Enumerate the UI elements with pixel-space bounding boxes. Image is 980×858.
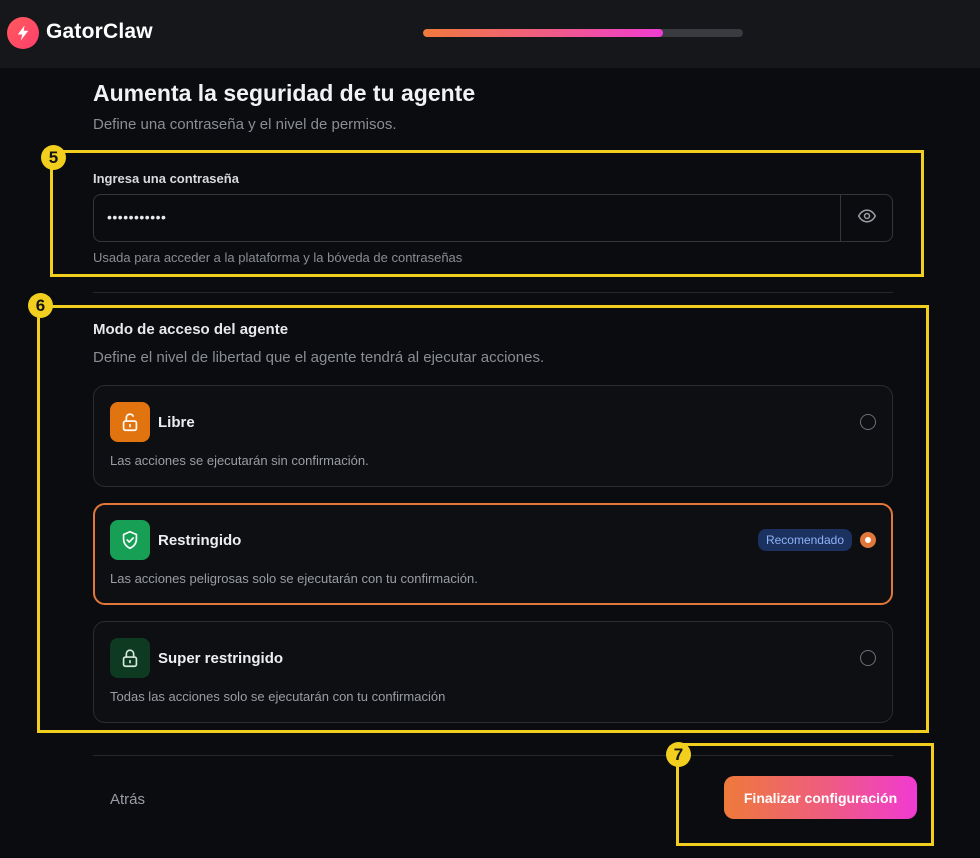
access-mode-title: Modo de acceso del agente (93, 321, 289, 338)
option-radio-super-restringido[interactable] (860, 650, 876, 666)
option-radio-restringido[interactable] (860, 532, 876, 548)
annotation-badge-6: 6 (28, 293, 53, 318)
password-help-text: Usada para acceder a la plataforma y la … (93, 250, 463, 265)
access-mode-subtitle: Define el nivel de libertad que el agent… (93, 349, 545, 366)
password-field[interactable]: ••••••••••• (93, 194, 893, 242)
section-divider (93, 292, 893, 293)
lock-icon (110, 638, 150, 678)
password-value: ••••••••••• (107, 209, 167, 225)
page-title: Aumenta la seguridad de tu agente (93, 80, 476, 106)
access-option-super-restringido[interactable]: Super restringido Todas las acciones sol… (93, 621, 893, 723)
annotation-badge-5: 5 (41, 145, 66, 170)
annotation-badge-7: 7 (666, 742, 691, 767)
option-description: Las acciones se ejecutarán sin confirmac… (110, 453, 369, 468)
setup-progress-bar (423, 29, 743, 37)
option-title: Libre (158, 414, 195, 431)
finish-setup-button[interactable]: Finalizar configuración (724, 776, 917, 819)
option-description: Todas las acciones solo se ejecutarán co… (110, 689, 446, 704)
app-name: GatorClaw (46, 20, 153, 43)
page-subtitle: Define una contraseña y el nivel de perm… (93, 116, 397, 133)
top-bar: GatorClaw (0, 0, 980, 68)
back-button[interactable]: Atrás (110, 791, 145, 808)
show-password-button[interactable] (840, 195, 892, 241)
recommended-badge: Recomendado (757, 529, 852, 551)
access-option-libre[interactable]: Libre Las acciones se ejecutarán sin con… (93, 385, 893, 487)
option-title: Super restringido (158, 650, 284, 667)
shield-check-icon (110, 520, 150, 560)
option-radio-libre[interactable] (860, 414, 876, 430)
lightning-logo-icon (7, 17, 39, 49)
setup-progress-fill (423, 29, 663, 37)
unlock-icon (110, 402, 150, 442)
access-option-restringido[interactable]: Restringido Recomendado Las acciones pel… (93, 503, 893, 605)
password-label: Ingresa una contraseña (93, 171, 239, 186)
option-title: Restringido (158, 532, 242, 549)
option-description: Las acciones peligrosas solo se ejecutar… (110, 571, 478, 586)
eye-icon (857, 206, 877, 231)
